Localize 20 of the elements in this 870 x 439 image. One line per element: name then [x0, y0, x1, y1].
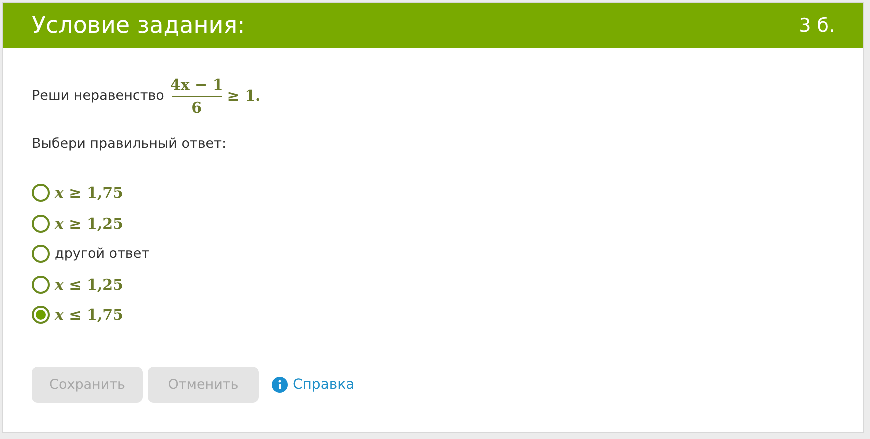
- answer-option[interactable]: x ≤ 1,75: [55, 306, 124, 324]
- help-link[interactable]: Справка: [293, 376, 355, 392]
- fraction-numerator: 4x − 1: [170, 76, 224, 94]
- task-text: Реши неравенство: [32, 88, 164, 104]
- fraction-denominator: 6: [192, 98, 202, 116]
- points-label: 3 б.: [799, 14, 835, 36]
- info-icon: [272, 376, 288, 392]
- answer-option[interactable]: x ≤ 1,25: [55, 276, 124, 294]
- radio-button[interactable]: [32, 245, 50, 264]
- radio-button[interactable]: [32, 214, 50, 233]
- answer-option[interactable]: x ≥ 1,25: [55, 214, 124, 233]
- radio-button[interactable]: [32, 306, 50, 324]
- period: .: [256, 87, 261, 105]
- inequality-tail: ≥ 1: [227, 87, 256, 105]
- instruction-text: Выбери правильный ответ:: [32, 136, 228, 152]
- task-title: Условие задания:: [32, 12, 246, 38]
- answer-option[interactable]: другой ответ: [55, 246, 150, 262]
- radio-button[interactable]: [32, 276, 50, 294]
- answer-option[interactable]: x ≥ 1,75: [55, 184, 124, 202]
- radio-button[interactable]: [32, 184, 50, 202]
